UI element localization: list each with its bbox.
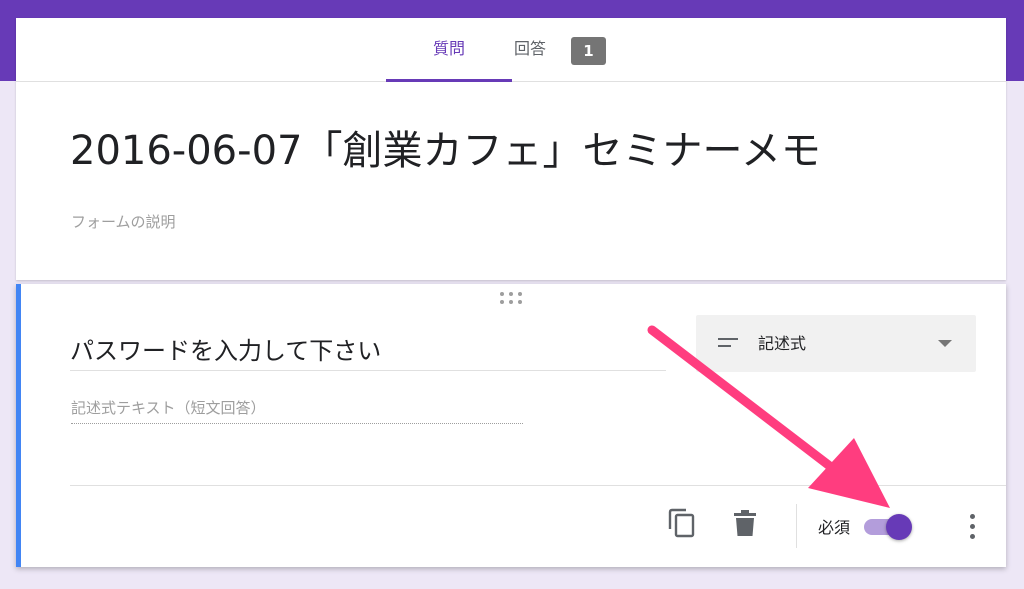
tab-questions[interactable]: 質問 (386, 18, 512, 82)
responses-count-badge: 1 (571, 37, 606, 65)
required-label: 必須 (818, 518, 851, 537)
footer-separator (796, 504, 797, 548)
copy-icon[interactable] (668, 508, 696, 538)
question-footer-divider (70, 485, 1006, 486)
question-card[interactable]: パスワードを入力して下さい 記述式 記述式テキスト（短文回答） 必須 (16, 284, 1006, 567)
form-title[interactable]: 2016-06-07「創業カフェ」セミナーメモ (70, 121, 821, 181)
tab-questions-label: 質問 (432, 39, 465, 58)
tab-responses-label: 回答 (514, 39, 547, 58)
active-question-indicator (16, 284, 21, 567)
toggle-thumb (886, 514, 912, 540)
question-title-input[interactable]: パスワードを入力して下さい (70, 334, 666, 371)
more-vert-icon[interactable] (966, 514, 978, 540)
form-description-field[interactable]: フォームの説明 (71, 211, 176, 232)
tab-bar: 質問 回答 1 (16, 18, 1006, 82)
question-type-label: 記述式 (758, 334, 807, 353)
form-header-card: 質問 回答 1 2016-06-07「創業カフェ」セミナーメモ フォームの説明 (16, 18, 1006, 280)
drag-handle-icon[interactable] (500, 292, 522, 306)
active-tab-indicator (386, 79, 512, 82)
trash-icon[interactable] (734, 510, 756, 536)
short-text-icon (718, 338, 738, 348)
caret-down-icon (938, 340, 952, 347)
required-toggle[interactable] (862, 512, 914, 542)
short-answer-placeholder: 記述式テキスト（短文回答） (71, 397, 523, 424)
question-type-dropdown[interactable]: 記述式 (696, 315, 976, 372)
